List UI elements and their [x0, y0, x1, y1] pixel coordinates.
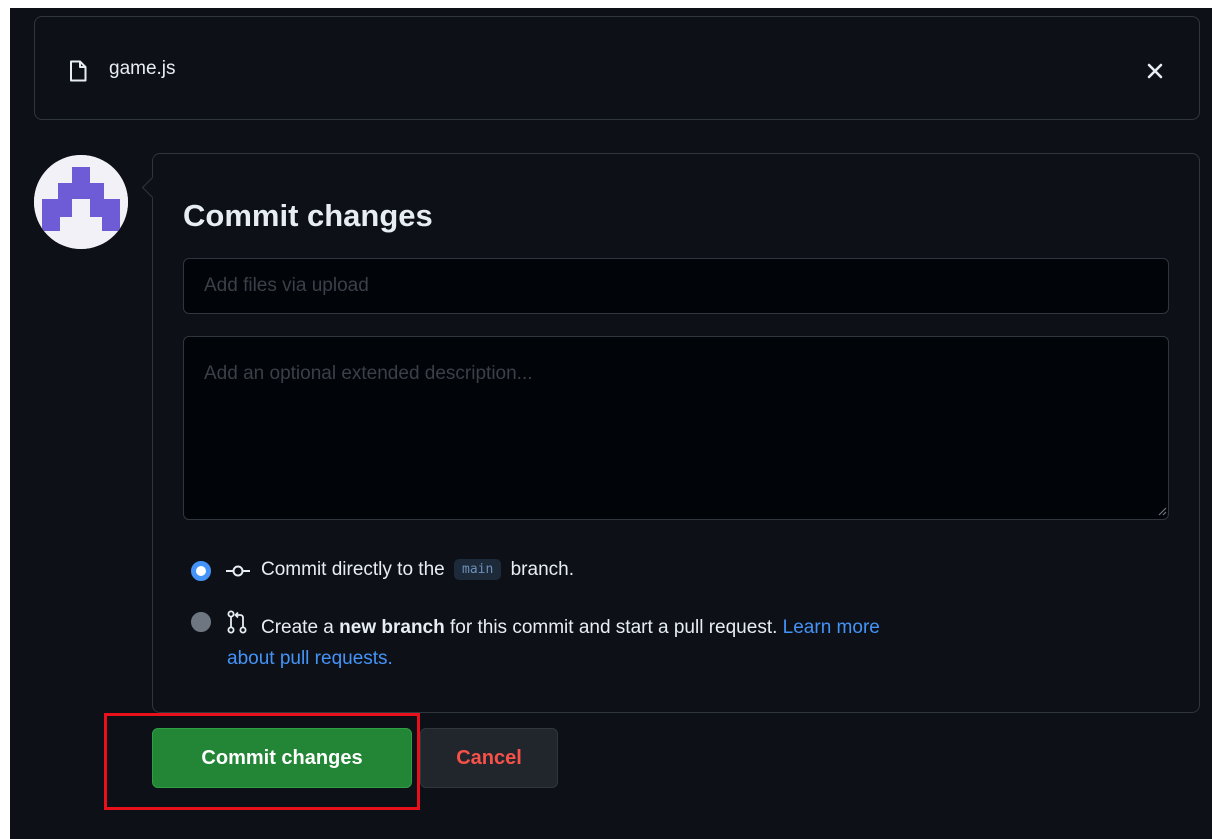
git-pull-request-icon	[227, 610, 247, 634]
commit-summary-input[interactable]	[183, 258, 1169, 314]
learn-more-link[interactable]: Learn more	[783, 617, 880, 638]
about-pull-requests-link[interactable]: about pull requests.	[227, 648, 393, 669]
resize-handle-icon[interactable]	[1157, 506, 1167, 516]
new-branch-middle: for this commit and start a pull request…	[450, 617, 778, 638]
git-commit-icon	[226, 565, 250, 577]
close-icon[interactable]	[1145, 61, 1165, 81]
new-branch-label[interactable]: Create a new branch for this commit and …	[261, 610, 1161, 646]
file-icon	[70, 60, 87, 82]
commit-description-textarea[interactable]	[183, 336, 1169, 520]
commit-form-title: Commit changes	[183, 198, 433, 233]
file-header-bar: game.js	[34, 16, 1200, 120]
commit-direct-suffix: branch.	[510, 559, 574, 580]
new-branch-bold: new branch	[339, 617, 445, 638]
commit-dialog-canvas: game.js Commit changes Commit	[10, 8, 1212, 839]
identicon-avatar	[34, 155, 128, 249]
commit-direct-label[interactable]: Commit directly to the main branch.	[261, 559, 574, 581]
commit-changes-button[interactable]: Commit changes	[152, 728, 412, 788]
cancel-button[interactable]: Cancel	[420, 728, 558, 788]
pull-requests-link-row: about pull requests.	[227, 648, 393, 670]
avatar	[34, 155, 128, 249]
new-branch-prefix: Create a	[261, 617, 334, 638]
commit-direct-prefix: Commit directly to the	[261, 559, 445, 580]
new-branch-radio[interactable]	[191, 612, 211, 632]
commit-direct-radio[interactable]	[191, 561, 211, 581]
file-name: game.js	[109, 58, 176, 79]
commit-form-panel: Commit changes Commit directly to the ma…	[152, 153, 1200, 713]
branch-name-chip: main	[454, 559, 502, 580]
